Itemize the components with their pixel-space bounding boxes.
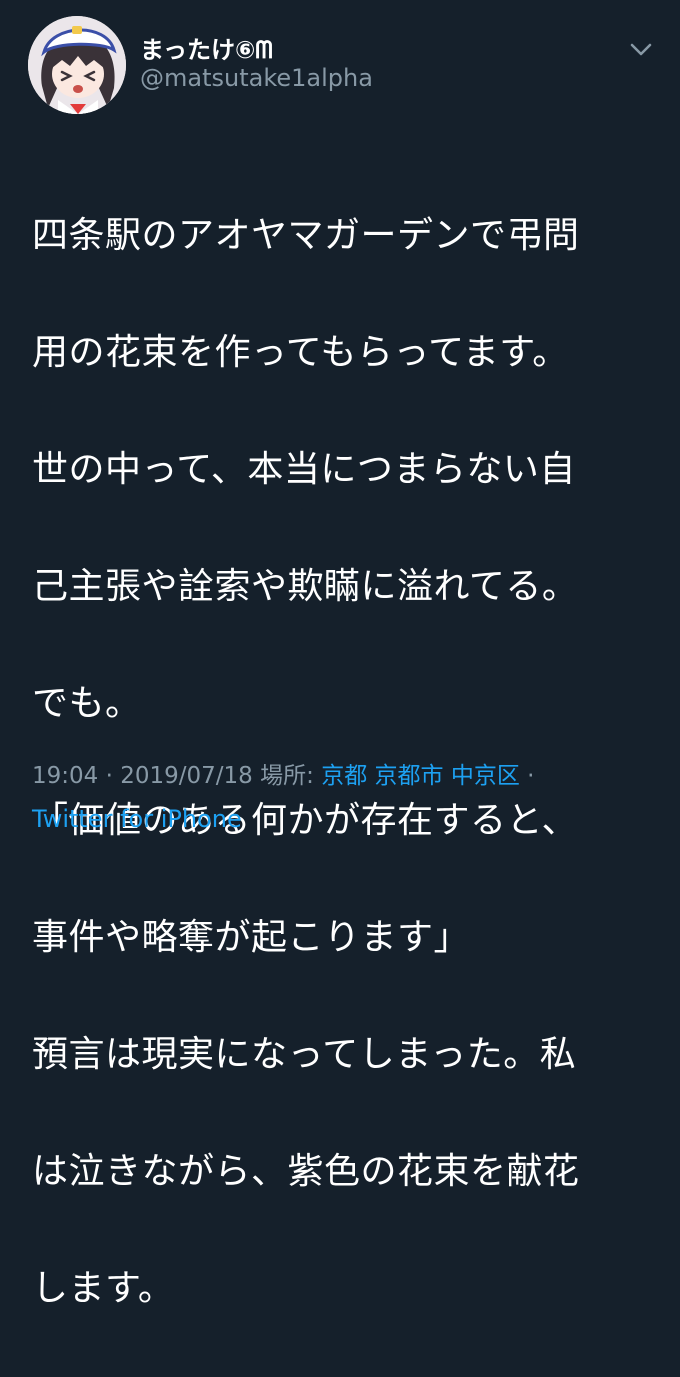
tweet-line: でも。 — [32, 682, 142, 724]
tweet-line: 世の中って、本当につまらない自 — [32, 448, 576, 490]
place-link-kyoto[interactable]: 京都 — [321, 763, 367, 789]
tweet-line: 預言は現実になってしまった。私 — [32, 1033, 577, 1075]
tweet-line: は泣きながら、紫色の花束を献花 — [32, 1150, 580, 1192]
avatar[interactable] — [28, 16, 126, 114]
tweet-date[interactable]: 2019/07/18 — [120, 763, 253, 789]
tweet-time[interactable]: 19:04 — [32, 763, 98, 789]
avatar-image — [28, 16, 126, 114]
place-label: 場所: — [252, 763, 322, 789]
display-name[interactable]: まったけ⑥ᗰ — [140, 30, 273, 65]
separator: · — [519, 763, 535, 789]
separator: · — [98, 763, 121, 789]
user-handle[interactable]: @matsutake1alpha — [140, 64, 373, 92]
place-link-nakagyo[interactable]: 中京区 — [451, 763, 520, 789]
tweet-line: 事件や略奪が起こります」 — [32, 916, 471, 958]
tweet-line: します。 — [32, 1267, 175, 1309]
source-link[interactable]: Twitter for iPhone — [32, 805, 242, 833]
place-link-kyoto-city[interactable]: 京都市 — [375, 763, 444, 789]
tweet-line: 用の花束を作ってもらってます。 — [32, 331, 569, 373]
tweet-meta: 19:04 · 2019/07/18 場所: 京都 京都市 中京区 · — [32, 756, 534, 790]
chevron-down-icon[interactable] — [628, 38, 654, 60]
tweet-line: 四条駅のアオヤマガーデンで弔問 — [32, 214, 580, 256]
tweet-line: 己主張や詮索や欺瞞に溢れてる。 — [32, 565, 579, 607]
